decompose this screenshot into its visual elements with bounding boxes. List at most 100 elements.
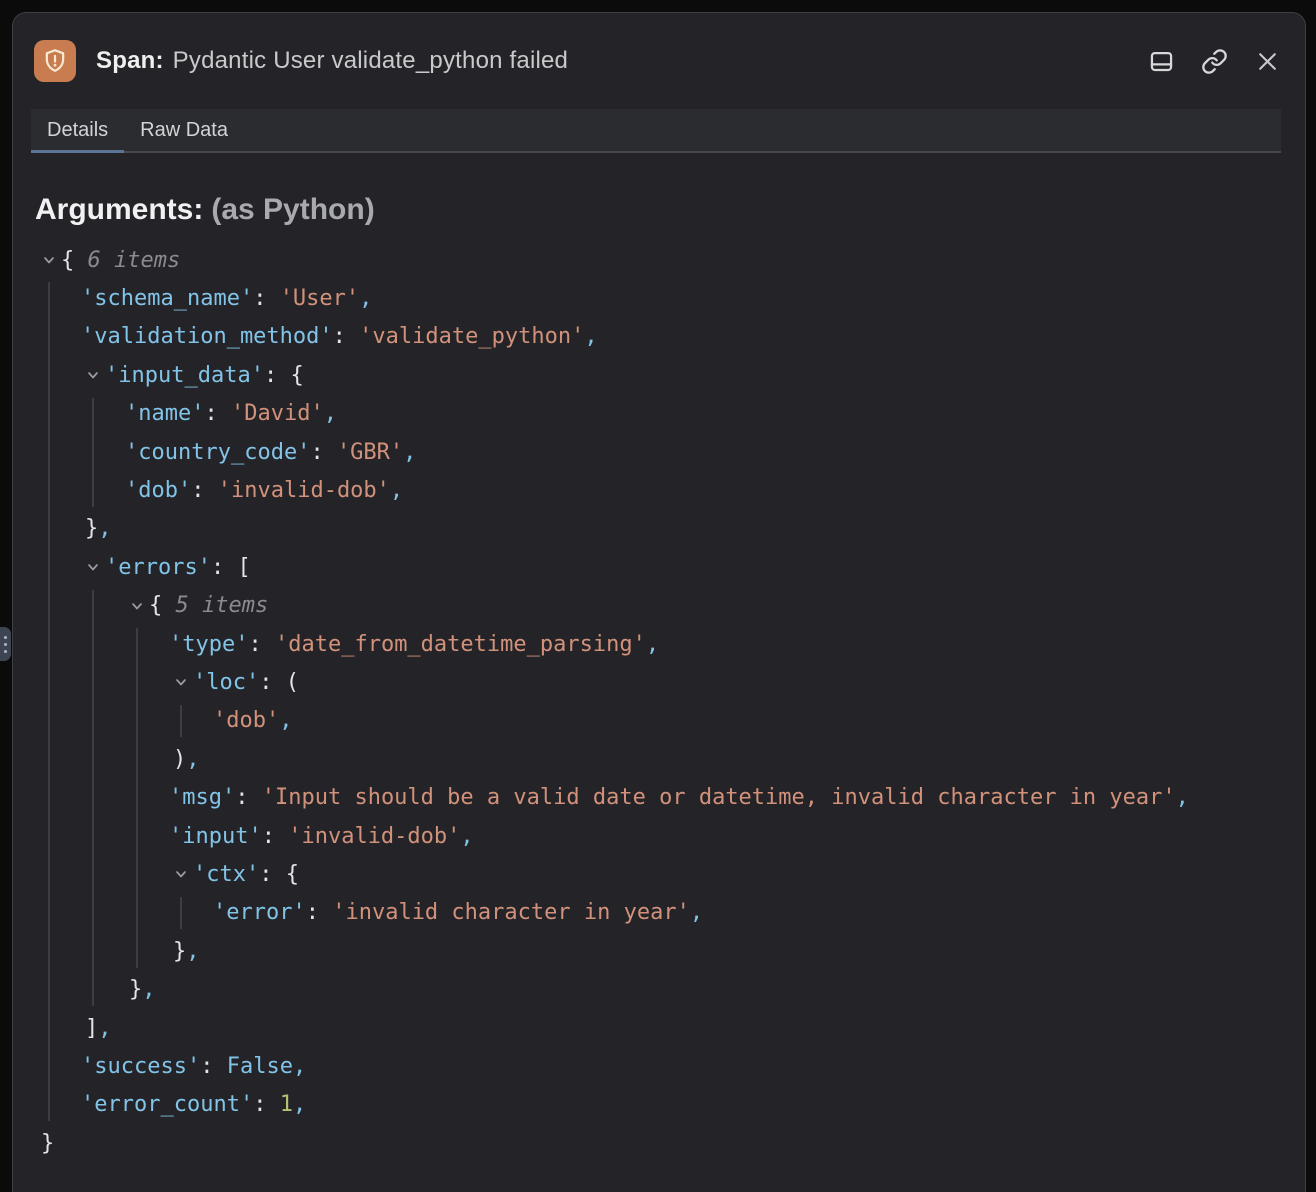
token-s: 'David' [231, 401, 324, 426]
chevron-down-icon[interactable] [129, 598, 145, 614]
tree-row: 'name': 'David', [13, 395, 1305, 433]
link-icon [1201, 48, 1228, 75]
token-p: : [333, 324, 360, 349]
tree-row: 'ctx': { [13, 855, 1305, 893]
close-button[interactable] [1253, 47, 1281, 75]
tree-row: ], [13, 1009, 1305, 1047]
chevron-down-icon[interactable] [173, 866, 189, 882]
token-p: : [262, 824, 289, 849]
close-icon [1255, 49, 1280, 74]
token-c: , [186, 939, 199, 964]
token-p: : [253, 1092, 280, 1117]
token-n: 1 [280, 1092, 293, 1117]
token-c: , [1176, 785, 1189, 810]
token-i: 5 items [176, 593, 269, 618]
span-type-badge [34, 40, 76, 82]
token-c: , [98, 516, 111, 541]
token-c: , [293, 1092, 306, 1117]
token-s: 'date_from_datetime_parsing' [275, 632, 646, 657]
token-c: , [690, 900, 703, 925]
token-p: : [253, 286, 280, 311]
tree-row: 'loc': ( [13, 663, 1305, 701]
token-p: { [149, 593, 176, 618]
token-p: } [85, 516, 98, 541]
copy-link-button[interactable] [1200, 47, 1228, 75]
token-p: { [61, 248, 88, 273]
token-c: , [646, 632, 659, 657]
tree-row: 'input_data': { [13, 356, 1305, 394]
token-c: , [186, 747, 199, 772]
token-k: 'validation_method' [81, 324, 333, 349]
dock-panel-button[interactable] [1147, 47, 1175, 75]
tree-row: }, [13, 970, 1305, 1008]
tab-raw-data[interactable]: Raw Data [124, 109, 244, 151]
token-s: 'invalid-dob' [288, 824, 460, 849]
tab-details[interactable]: Details [31, 109, 124, 151]
chevron-down-icon[interactable] [85, 367, 101, 383]
token-p: : [248, 632, 275, 657]
token-c: , [390, 478, 403, 503]
token-p: ) [173, 747, 186, 772]
token-p: ] [85, 1016, 98, 1041]
arguments-heading-label: Arguments: [35, 193, 203, 226]
token-k: 'type' [169, 632, 248, 657]
token-s: 'dob' [213, 708, 279, 733]
token-k: 'success' [81, 1054, 200, 1079]
token-b: False [227, 1054, 293, 1079]
token-c: , [584, 324, 597, 349]
tree-row: }, [13, 510, 1305, 548]
token-k: 'msg' [169, 785, 235, 810]
tree-row: 'schema_name': 'User', [13, 279, 1305, 317]
token-s: 'invalid-dob' [218, 478, 390, 503]
token-k: 'ctx' [193, 862, 259, 887]
token-p: } [41, 1131, 54, 1156]
token-p: : [200, 1054, 227, 1079]
tree-row: 'msg': 'Input should be a valid date or … [13, 778, 1305, 816]
token-p: : [235, 785, 262, 810]
token-s: 'GBR' [337, 440, 403, 465]
tab-bar: DetailsRaw Data [31, 109, 1281, 153]
panel-title-text: Pydantic User validate_python failed [173, 47, 568, 74]
token-k: 'schema_name' [81, 286, 253, 311]
token-k: 'error' [213, 900, 306, 925]
tree-row: 'success': False, [13, 1047, 1305, 1085]
header-actions [1147, 47, 1281, 75]
token-k: 'country_code' [125, 440, 310, 465]
tree-row: } [13, 1124, 1305, 1162]
tree-row: 'type': 'date_from_datetime_parsing', [13, 625, 1305, 663]
token-c: , [293, 1054, 306, 1079]
span-detail-panel: Span: Pydantic User validate_python faile… [12, 12, 1306, 1192]
tree-row: }, [13, 932, 1305, 970]
token-s: 'validate_python' [359, 324, 584, 349]
tree-row: 'input': 'invalid-dob', [13, 817, 1305, 855]
token-p: : [204, 401, 231, 426]
tree-row: 'country_code': 'GBR', [13, 433, 1305, 471]
token-k: 'input_data' [105, 363, 264, 388]
chevron-down-icon[interactable] [85, 559, 101, 575]
dock-bottom-icon [1148, 48, 1175, 75]
token-c: , [98, 1016, 111, 1041]
arguments-tree: { 6 items'schema_name': 'User','validati… [13, 241, 1305, 1162]
token-c: , [403, 440, 416, 465]
token-p: } [129, 977, 142, 1002]
token-c: , [279, 708, 292, 733]
tree-row: 'error_count': 1, [13, 1086, 1305, 1124]
chevron-down-icon[interactable] [173, 674, 189, 690]
shield-alert-icon [41, 47, 69, 75]
token-s: 'invalid character in year' [332, 900, 690, 925]
token-k: 'name' [125, 401, 204, 426]
token-p: } [173, 939, 186, 964]
arguments-heading: Arguments:(as Python) [35, 191, 1305, 229]
panel-resize-handle[interactable] [0, 627, 11, 661]
token-c: , [142, 977, 155, 1002]
tree-row: 'validation_method': 'validate_python', [13, 318, 1305, 356]
token-k: 'dob' [125, 478, 191, 503]
tree-row: 'error': 'invalid character in year', [13, 894, 1305, 932]
token-p: : { [259, 862, 299, 887]
arguments-heading-suffix: (as Python) [211, 193, 374, 226]
token-p: : [310, 440, 337, 465]
chevron-down-icon[interactable] [41, 252, 57, 268]
token-p: : [191, 478, 218, 503]
panel-title-kind: Span: [96, 47, 164, 74]
panel-header: Span: Pydantic User validate_python faile… [13, 13, 1305, 109]
